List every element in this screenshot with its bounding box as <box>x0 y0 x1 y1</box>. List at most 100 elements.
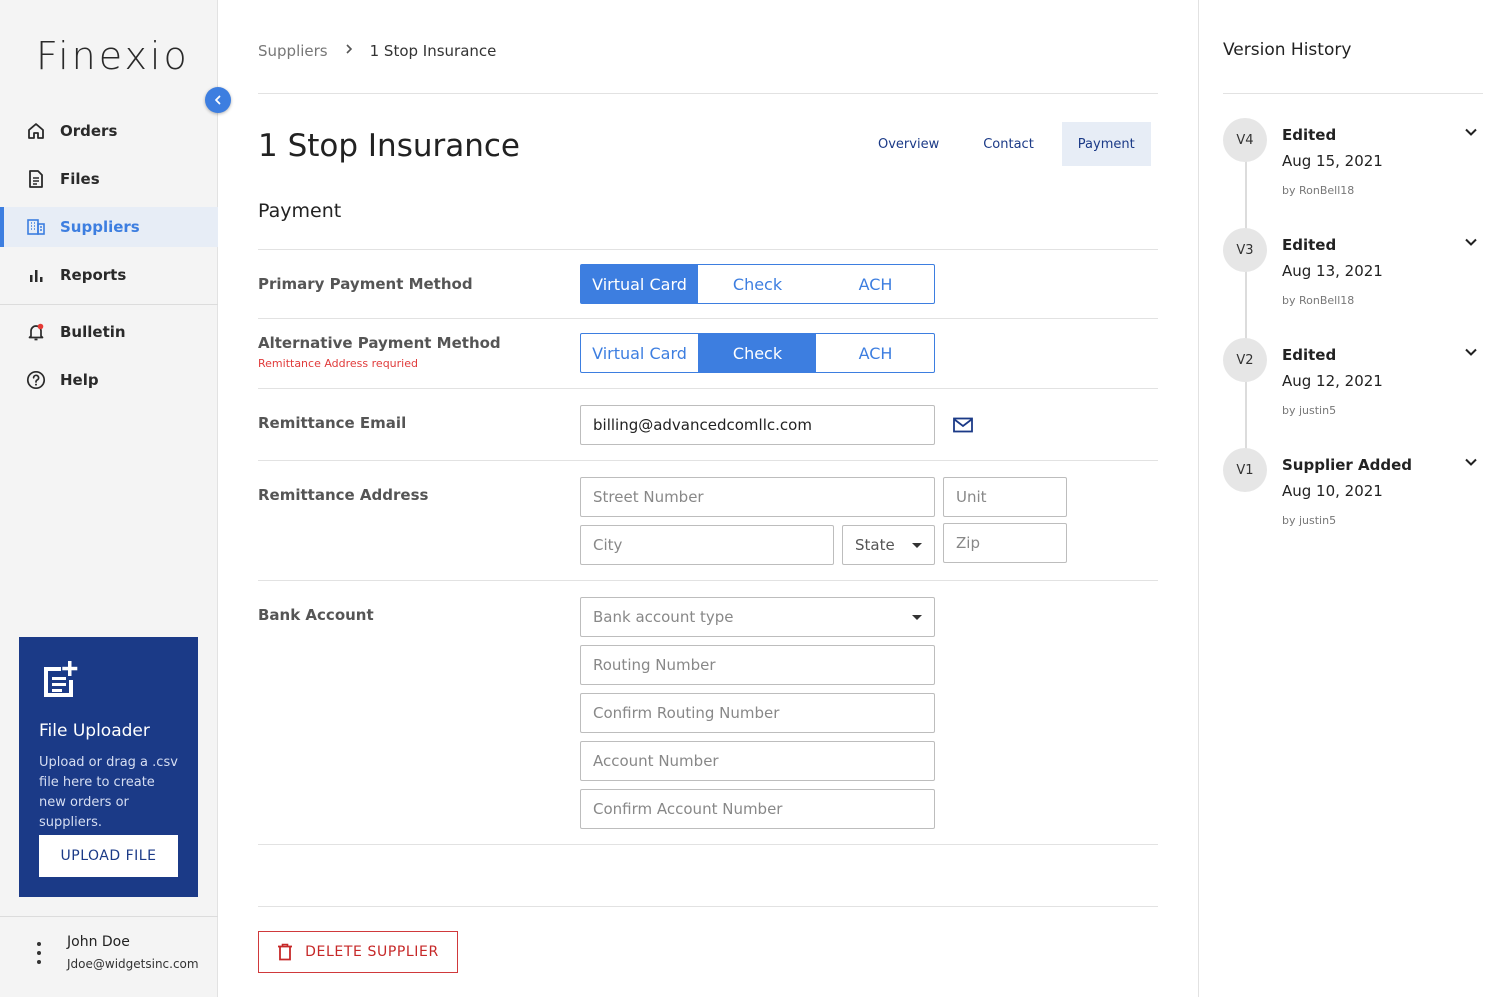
primary-option-virtual-card[interactable]: Virtual Card <box>581 265 698 303</box>
finexio-logo[interactable]: Finexio <box>36 34 190 78</box>
collapse-sidebar-button[interactable] <box>205 87 231 113</box>
street-number-input[interactable] <box>580 477 935 517</box>
chevron-down-icon[interactable] <box>1463 124 1479 140</box>
tab-payment[interactable]: Payment <box>1061 122 1151 166</box>
remittance-address-warning: Remittance Address requried <box>258 357 418 370</box>
bell-icon <box>26 322 46 342</box>
version-item[interactable]: V2 Edited Aug 12, 2021 by justin5 <box>1223 338 1483 428</box>
state-select[interactable]: State <box>842 525 935 565</box>
nav-item-files[interactable]: Files <box>0 159 218 199</box>
row-divider <box>258 844 1158 845</box>
alternative-option-check[interactable]: Check <box>698 334 816 372</box>
version-date: Aug 13, 2021 <box>1282 262 1383 280</box>
secondary-nav: Bulletin Help <box>0 312 218 400</box>
row-divider <box>258 388 1158 389</box>
remittance-email-label: Remittance Email <box>258 414 407 432</box>
version-author: by RonBell18 <box>1282 294 1355 307</box>
caret-down-icon <box>912 614 922 620</box>
chevron-left-icon <box>212 91 224 110</box>
help-icon <box>26 370 46 390</box>
header-divider <box>258 93 1158 94</box>
nav-label: Reports <box>60 266 127 284</box>
mail-icon[interactable] <box>952 415 974 435</box>
chevron-down-icon[interactable] <box>1463 234 1479 250</box>
breadcrumb-suppliers[interactable]: Suppliers <box>258 42 328 60</box>
breadcrumb: Suppliers 1 Stop Insurance <box>258 42 496 60</box>
page-title: 1 Stop Insurance <box>258 128 521 164</box>
main-content: Suppliers 1 Stop Insurance 1 Stop Insura… <box>218 0 1198 997</box>
row-divider <box>258 318 1158 319</box>
version-author: by justin5 <box>1282 404 1337 417</box>
chevron-down-icon[interactable] <box>1463 344 1479 360</box>
version-date: Aug 10, 2021 <box>1282 482 1383 500</box>
tab-contact[interactable]: Contact <box>967 122 1050 166</box>
remittance-address-label: Remittance Address <box>258 486 429 504</box>
row-divider <box>258 580 1158 581</box>
nav-item-help[interactable]: Help <box>0 360 218 400</box>
alternative-payment-label: Alternative Payment Method <box>258 334 501 352</box>
primary-option-check[interactable]: Check <box>698 265 816 303</box>
account-number-input[interactable] <box>580 741 935 781</box>
alternative-option-ach[interactable]: ACH <box>816 334 934 372</box>
nav-item-orders[interactable]: Orders <box>0 111 218 151</box>
nav-item-bulletin[interactable]: Bulletin <box>0 312 218 352</box>
upload-file-button[interactable]: UPLOAD FILE <box>39 835 178 877</box>
version-badge: V3 <box>1223 228 1267 272</box>
zip-input[interactable] <box>943 523 1067 563</box>
routing-number-input[interactable] <box>580 645 935 685</box>
nav-item-suppliers[interactable]: Suppliers <box>0 207 218 247</box>
nav-item-reports[interactable]: Reports <box>0 255 218 295</box>
version-action: Supplier Added <box>1282 456 1413 474</box>
tab-overview[interactable]: Overview <box>862 122 955 166</box>
version-badge: V4 <box>1223 118 1267 162</box>
unit-input[interactable] <box>943 477 1067 517</box>
version-item[interactable]: V4 Edited Aug 15, 2021 by RonBell18 <box>1223 118 1483 208</box>
nav-label: Suppliers <box>60 218 140 236</box>
version-history-panel: Version History V4 Edited Aug 15, 2021 b… <box>1198 0 1506 997</box>
breadcrumb-current: 1 Stop Insurance <box>369 42 497 60</box>
caret-down-icon <box>912 542 922 548</box>
primary-option-ach[interactable]: ACH <box>816 265 934 303</box>
uploader-description: Upload or drag a .csv file here to creat… <box>39 755 178 830</box>
version-badge: V1 <box>1223 448 1267 492</box>
file-icon <box>26 169 46 189</box>
row-divider <box>258 249 1158 250</box>
user-email: Jdoe@widgetsinc.com <box>67 957 199 971</box>
file-uploader-card[interactable]: File Uploader Upload or drag a .csv file… <box>19 637 198 897</box>
nav-label: Help <box>60 371 99 389</box>
logo-text: Finexio <box>36 34 190 78</box>
nav-divider <box>0 304 218 305</box>
user-menu-icon[interactable] <box>34 942 44 964</box>
version-history-title: Version History <box>1223 40 1352 60</box>
version-date: Aug 12, 2021 <box>1282 372 1383 390</box>
user-divider <box>0 916 218 917</box>
bank-account-type-select[interactable]: Bank account type <box>580 597 935 637</box>
bank-account-label: Bank Account <box>258 606 374 624</box>
file-add-icon <box>39 661 79 703</box>
alternative-option-virtual-card[interactable]: Virtual Card <box>581 334 698 372</box>
version-action: Edited <box>1282 236 1337 254</box>
version-author: by justin5 <box>1282 514 1337 527</box>
confirm-routing-number-input[interactable] <box>580 693 935 733</box>
state-select-value: State <box>855 536 895 554</box>
building-icon <box>26 217 46 237</box>
city-input[interactable] <box>580 525 834 565</box>
delete-supplier-button[interactable]: DELETE SUPPLIER <box>258 931 458 973</box>
chevron-down-icon[interactable] <box>1463 454 1479 470</box>
version-item[interactable]: V1 Supplier Added Aug 10, 2021 by justin… <box>1223 448 1483 538</box>
chevron-right-icon <box>344 43 354 59</box>
version-badge: V2 <box>1223 338 1267 382</box>
nav-label: Bulletin <box>60 323 126 341</box>
version-history-divider <box>1223 93 1483 94</box>
uploader-title: File Uploader <box>39 721 150 741</box>
version-item[interactable]: V3 Edited Aug 13, 2021 by RonBell18 <box>1223 228 1483 318</box>
confirm-account-number-input[interactable] <box>580 789 935 829</box>
section-title: Payment <box>258 200 342 222</box>
remittance-email-input[interactable] <box>580 405 935 445</box>
main-nav: Orders Files Suppliers Reports <box>0 111 218 295</box>
footer-divider <box>258 906 1158 907</box>
row-divider <box>258 460 1158 461</box>
version-date: Aug 15, 2021 <box>1282 152 1383 170</box>
nav-label: Files <box>60 170 100 188</box>
bar-chart-icon <box>26 265 46 285</box>
